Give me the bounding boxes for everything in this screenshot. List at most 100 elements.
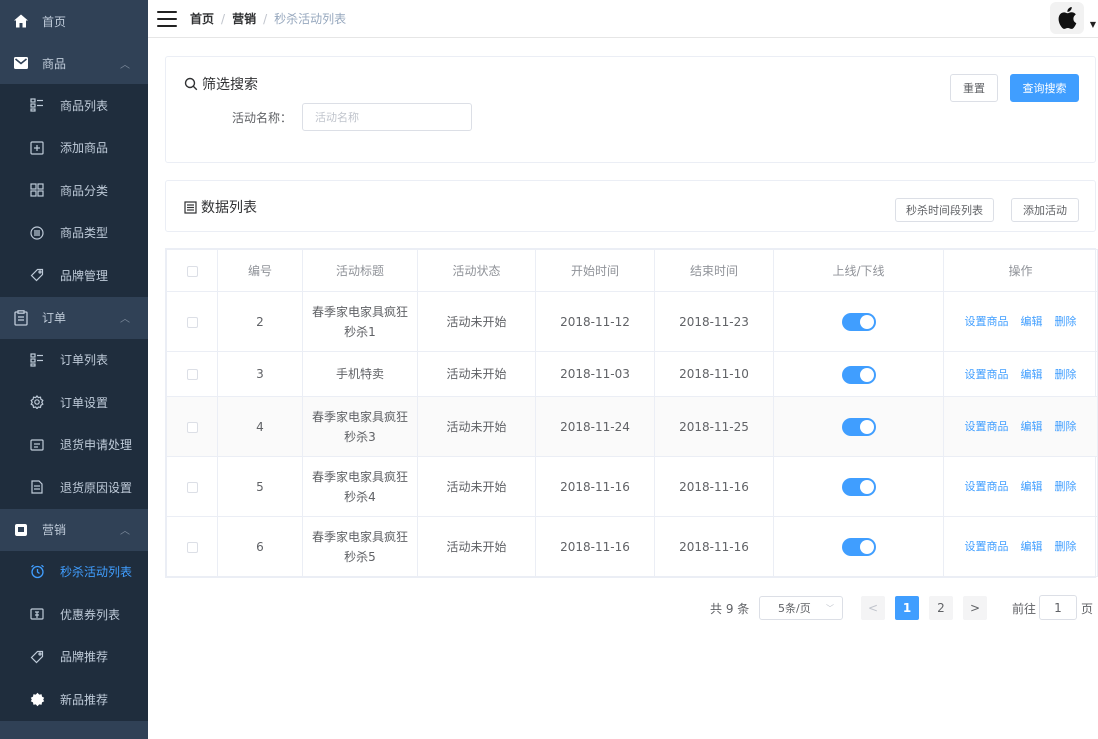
- sidebar-item-return-apply[interactable]: 退货申请处理: [0, 424, 148, 467]
- online-switch[interactable]: [841, 313, 876, 331]
- next-page-button[interactable]: >: [963, 596, 987, 620]
- page-button-1[interactable]: 1: [895, 596, 919, 620]
- activity-name-input[interactable]: [302, 103, 472, 131]
- sidebar-item-brand[interactable]: 品牌管理: [0, 254, 148, 297]
- sidebar-item-label: 添加商品: [60, 141, 109, 156]
- reset-button[interactable]: 重置: [950, 74, 998, 102]
- list-icon: [28, 96, 46, 114]
- cell-id: 2: [217, 291, 303, 352]
- goto-page-input[interactable]: [1039, 595, 1077, 620]
- breadcrumb-separator: /: [263, 11, 268, 26]
- cell-start: 2018-11-03: [535, 351, 655, 397]
- header-end: 结束时间: [654, 249, 774, 292]
- sidebar-item-label: 首页: [42, 14, 67, 29]
- cell-title-text: 春季家电家具疯狂秒杀4: [311, 469, 408, 504]
- cell-actions: 设置商品 编辑 删除: [943, 351, 1098, 397]
- set-goods-link[interactable]: 设置商品: [965, 420, 1009, 433]
- sidebar-item-order-settings[interactable]: 订单设置: [0, 381, 148, 424]
- set-goods-link[interactable]: 设置商品: [965, 368, 1009, 381]
- page-button-2[interactable]: 2: [929, 596, 953, 620]
- sidebar-item-label: 商品列表: [60, 98, 109, 113]
- delete-link[interactable]: 删除: [1055, 480, 1077, 493]
- sidebar-group-label: 订单: [42, 311, 67, 325]
- cell-title: 春季家电家具疯狂秒杀5: [302, 516, 418, 577]
- page-size-value: 5条/页: [778, 602, 811, 615]
- set-goods-link[interactable]: 设置商品: [965, 315, 1009, 328]
- sidebar-item-new-recommend[interactable]: 新品推荐: [0, 678, 148, 721]
- header-start: 开始时间: [535, 249, 655, 292]
- edit-link[interactable]: 编辑: [1021, 480, 1043, 493]
- time-period-list-button[interactable]: 秒杀时间段列表: [895, 198, 994, 222]
- edit-link[interactable]: 编辑: [1021, 368, 1043, 381]
- submenu-order: 订单列表 订单设置 退货申请处理 退货原因设置: [0, 338, 148, 509]
- add-activity-button[interactable]: 添加活动: [1011, 198, 1079, 222]
- online-switch[interactable]: [841, 538, 876, 556]
- sidebar-item-product-category[interactable]: 商品分类: [0, 169, 148, 212]
- delete-link[interactable]: 删除: [1055, 315, 1077, 328]
- row-checkbox[interactable]: [186, 316, 198, 328]
- row-checkbox[interactable]: [186, 369, 198, 380]
- table-row: 2 春季家电家具疯狂秒杀1 活动未开始 2018-11-12 2018-11-2…: [166, 291, 1098, 352]
- cell-actions: 设置商品 编辑 删除: [943, 291, 1098, 352]
- table-row: 5 春季家电家具疯狂秒杀4 活动未开始 2018-11-16 2018-11-1…: [166, 456, 1098, 517]
- sidebar-item-label: 品牌推荐: [60, 650, 109, 665]
- add-icon: [28, 139, 46, 157]
- prev-page-button[interactable]: <: [861, 596, 885, 620]
- cell-end: 2018-11-16: [654, 516, 774, 577]
- cell-end: 2018-11-25: [654, 396, 774, 457]
- delete-link[interactable]: 删除: [1055, 540, 1077, 553]
- page-size-select[interactable]: 5条/页 ﹀: [759, 596, 843, 620]
- sidebar-item-order-list[interactable]: 订单列表: [0, 339, 148, 382]
- breadcrumb-marketing[interactable]: 营销: [232, 10, 256, 27]
- pagination-total: 共 9 条: [710, 602, 750, 616]
- edit-link[interactable]: 编辑: [1021, 420, 1043, 433]
- apple-icon: [1058, 7, 1077, 29]
- edit-link[interactable]: 编辑: [1021, 540, 1043, 553]
- online-switch[interactable]: [841, 365, 876, 384]
- breadcrumb-current: 秒杀活动列表: [274, 12, 347, 26]
- avatar[interactable]: [1050, 2, 1084, 34]
- grid-icon: [28, 181, 46, 199]
- cell-online: [773, 516, 944, 577]
- cell-online: [773, 351, 944, 397]
- sidebar-group-marketing[interactable]: 营销 ︿: [0, 509, 148, 551]
- filter-card: 筛选搜索 活动名称： 重置 查询搜索: [165, 56, 1096, 163]
- chevron-down-icon: ﹀: [826, 603, 834, 613]
- sidebar-item-label: 退货申请处理: [60, 438, 133, 453]
- cell-title-text: 春季家电家具疯狂秒杀1: [311, 304, 408, 339]
- sidebar-item-flash-sale[interactable]: 秒杀活动列表: [0, 551, 148, 594]
- row-checkbox[interactable]: [186, 481, 198, 493]
- sidebar-item-product-type[interactable]: 商品类型: [0, 212, 148, 255]
- sidebar-item-product-list[interactable]: 商品列表: [0, 84, 148, 127]
- sidebar-group-order[interactable]: 订单 ︿: [0, 297, 148, 339]
- row-checkbox[interactable]: [186, 421, 198, 433]
- sidebar-item-label: 秒杀活动列表: [60, 565, 133, 580]
- breadcrumb-home[interactable]: 首页: [190, 10, 214, 27]
- hamburger-menu-icon[interactable]: [157, 10, 177, 27]
- list-icon: [28, 351, 46, 369]
- set-goods-link[interactable]: 设置商品: [965, 540, 1009, 553]
- edit-link[interactable]: 编辑: [1021, 315, 1043, 328]
- cell-actions: 设置商品 编辑 删除: [943, 516, 1098, 577]
- row-checkbox[interactable]: [186, 541, 198, 553]
- cell-id: 5: [217, 456, 303, 517]
- sidebar-item-coupon[interactable]: 优惠券列表: [0, 593, 148, 636]
- list-header-card: 数据列表 秒杀时间段列表 添加活动: [165, 180, 1096, 232]
- caret-down-icon[interactable]: ▼: [1090, 20, 1096, 29]
- sidebar-item-home[interactable]: 首页: [0, 0, 148, 42]
- select-all-checkbox[interactable]: [186, 265, 198, 277]
- sidebar-group-product[interactable]: 商品 ︿: [0, 42, 148, 84]
- delete-link[interactable]: 删除: [1055, 368, 1077, 381]
- sidebar-item-brand-recommend[interactable]: 品牌推荐: [0, 636, 148, 679]
- sidebar-item-add-product[interactable]: 添加商品: [0, 127, 148, 170]
- online-switch[interactable]: [841, 418, 876, 436]
- search-button[interactable]: 查询搜索: [1010, 74, 1079, 102]
- home-icon: [12, 12, 30, 30]
- sidebar-item-return-reason[interactable]: 退货原因设置: [0, 466, 148, 509]
- table-header-row: 编号 活动标题 活动状态 开始时间 结束时间 上线/下线 操作: [166, 249, 1098, 292]
- table-row: 3 手机特卖 活动未开始 2018-11-03 2018-11-10 设置商品编…: [166, 351, 1098, 397]
- list-icon: [184, 200, 197, 214]
- set-goods-link[interactable]: 设置商品: [965, 480, 1009, 493]
- delete-link[interactable]: 删除: [1055, 420, 1077, 433]
- online-switch[interactable]: [841, 478, 876, 496]
